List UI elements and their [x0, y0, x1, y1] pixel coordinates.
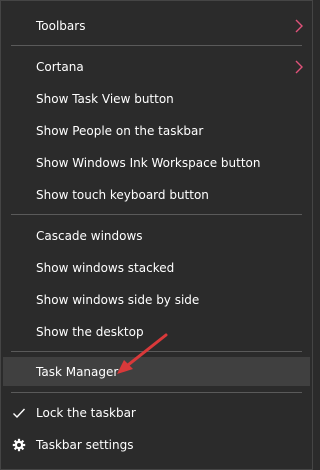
menu-item-label: Show People on the taskbar — [36, 123, 204, 138]
menu-item-show-task-view-button[interactable]: Show Task View button — [3, 84, 310, 113]
menu-item-show-windows-side-by-side[interactable]: Show windows side by side — [3, 285, 310, 314]
menu-item-task-manager[interactable]: Task Manager — [3, 357, 310, 386]
menu-item-toolbars[interactable]: Toolbars — [3, 11, 310, 40]
chevron-right-icon — [295, 60, 303, 73]
menu-separator — [11, 214, 302, 215]
menu-item-label: Task Manager — [36, 364, 119, 379]
menu-separator — [11, 351, 302, 352]
menu-item-lock-taskbar[interactable]: Lock the taskbar — [3, 398, 310, 427]
chevron-right-icon — [295, 19, 303, 32]
menu-item-show-touch-keyboard[interactable]: Show touch keyboard button — [3, 180, 310, 209]
menu-item-label: Toolbars — [36, 18, 86, 33]
menu-item-label: Show windows side by side — [36, 292, 200, 307]
menu-item-label: Lock the taskbar — [36, 405, 136, 420]
menu-item-show-desktop[interactable]: Show the desktop — [3, 317, 310, 346]
menu-item-show-people[interactable]: Show People on the taskbar — [3, 116, 310, 145]
menu-item-label: Cascade windows — [36, 228, 143, 243]
menu-item-label: Show windows stacked — [36, 260, 175, 275]
menu-item-cortana[interactable]: Cortana — [3, 52, 310, 81]
menu-separator — [11, 45, 302, 46]
taskbar-context-menu: Toolbars Cortana Show Task View button S… — [0, 0, 313, 470]
menu-separator — [11, 392, 302, 393]
menu-item-label: Show the desktop — [36, 324, 144, 339]
menu-item-label: Show Task View button — [36, 91, 174, 106]
menu-item-label: Show Windows Ink Workspace button — [36, 155, 261, 170]
gear-icon — [12, 438, 26, 451]
menu-item-show-windows-ink[interactable]: Show Windows Ink Workspace button — [3, 148, 310, 177]
menu-item-label: Cortana — [36, 59, 84, 74]
checkmark-icon — [13, 408, 26, 418]
menu-item-label: Show touch keyboard button — [36, 187, 209, 202]
menu-item-show-windows-stacked[interactable]: Show windows stacked — [3, 253, 310, 282]
menu-item-label: Taskbar settings — [36, 437, 134, 452]
menu-item-cascade-windows[interactable]: Cascade windows — [3, 221, 310, 250]
menu-item-taskbar-settings[interactable]: Taskbar settings — [3, 430, 310, 459]
